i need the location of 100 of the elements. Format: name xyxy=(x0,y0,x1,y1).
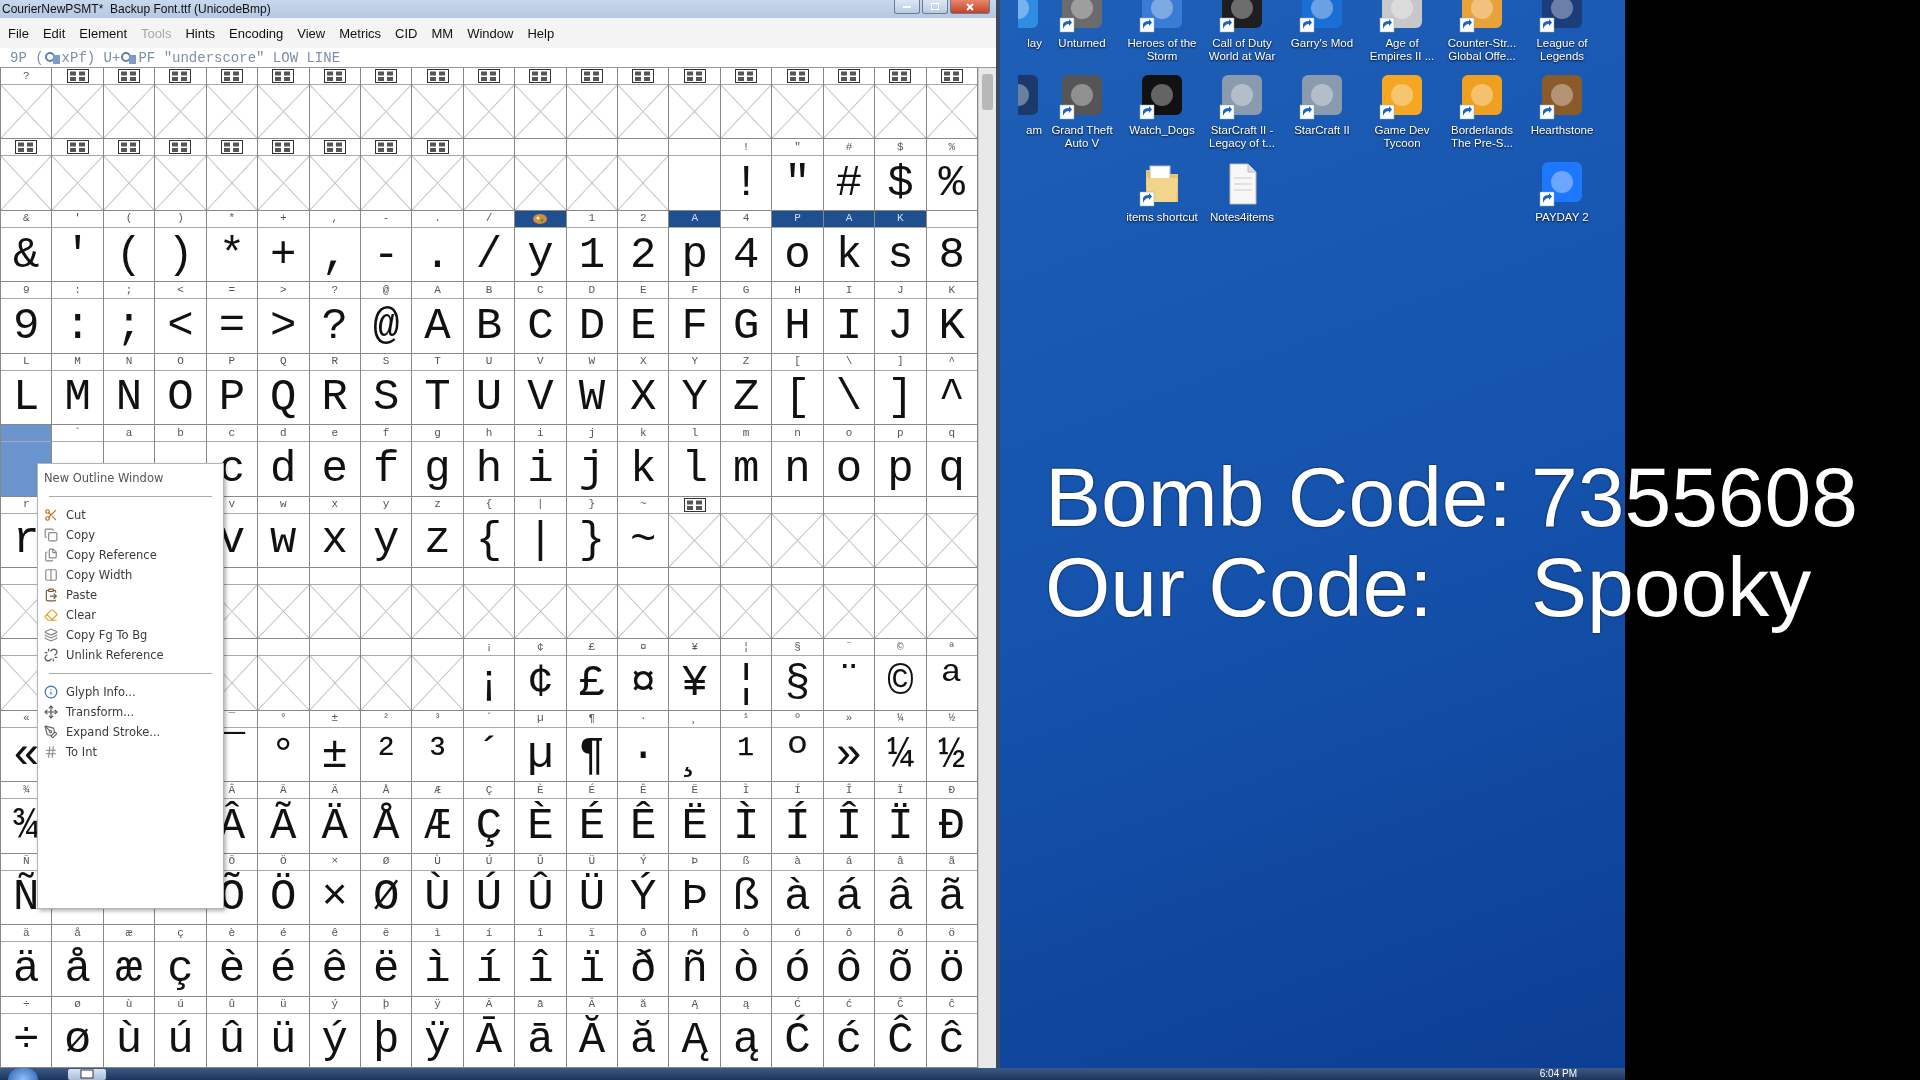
glyph-cell[interactable]: h h xyxy=(463,425,516,497)
glyph-cell[interactable] xyxy=(309,139,361,211)
glyph-cell[interactable]: A p xyxy=(669,210,721,283)
glyph-cell[interactable]: * * xyxy=(206,210,259,283)
glyph-cell[interactable]: % % xyxy=(926,139,978,211)
glyph-cell[interactable]: ² ² xyxy=(360,710,413,783)
glyph-cell[interactable]: K s xyxy=(875,210,927,283)
menu-item[interactable]: Clear xyxy=(40,605,103,625)
glyph-cell[interactable] xyxy=(258,639,310,711)
glyph-cell[interactable]: Y Y xyxy=(669,353,721,426)
icon-label[interactable]: League of Legends xyxy=(1523,37,1601,63)
glyph-cell[interactable]: ¸ ¸ xyxy=(669,710,721,783)
glyph-cell[interactable]: P P xyxy=(206,353,259,426)
glyph-cell[interactable]: Ā Ā xyxy=(463,996,516,1068)
glyph-cell[interactable]: Ã Ã xyxy=(258,782,310,854)
glyph-cell[interactable]: j j xyxy=(566,425,619,497)
scrollbar-thumb[interactable] xyxy=(982,74,993,110)
glyph-cell[interactable]: N N xyxy=(103,353,156,426)
glyph-cell[interactable] xyxy=(412,639,464,711)
glyph-cell[interactable]: ă ă xyxy=(618,996,670,1068)
icon-label[interactable]: Grand Theft Auto V xyxy=(1043,124,1121,150)
icon-label[interactable]: Game Dev Tycoon xyxy=(1363,124,1441,150)
glyph-cell[interactable] xyxy=(823,68,876,140)
icon-label[interactable]: Age of Empires II ... xyxy=(1363,37,1441,63)
glyph-cell[interactable] xyxy=(155,139,207,211)
glyph-cell[interactable]: Ă Ă xyxy=(566,996,619,1068)
glyph-cell[interactable] xyxy=(875,568,927,640)
glyph-cell[interactable]: ^ ^ xyxy=(926,353,978,426)
glyph-cell[interactable]: ¨ ¨ xyxy=(823,639,876,711)
glyph-cell[interactable]: / / xyxy=(463,210,516,283)
glyph-cell[interactable]: ë ë xyxy=(360,925,413,997)
glyph-cell[interactable]: o o xyxy=(823,425,876,497)
glyph-cell[interactable] xyxy=(309,68,361,140)
glyph-cell[interactable] xyxy=(103,139,156,211)
glyph-cell[interactable]: $ $ xyxy=(875,139,927,211)
glyph-cell[interactable]: ý ý xyxy=(309,996,361,1068)
glyph-cell[interactable]: R R xyxy=(309,353,361,426)
glyph-cell[interactable]: É É xyxy=(566,782,619,854)
glyph-cell[interactable]: + + xyxy=(258,210,310,283)
glyph-cell[interactable]: p p xyxy=(875,425,927,497)
glyph-cell[interactable]: : : xyxy=(52,282,104,354)
menu-item[interactable]: Copy Width xyxy=(40,565,139,585)
icon-label[interactable]: Watch_Dogs xyxy=(1123,124,1201,137)
menu-item[interactable]: Element xyxy=(79,25,128,41)
glyph-cell[interactable]: Ï Ï xyxy=(875,782,927,854)
glyph-cell[interactable] xyxy=(103,68,156,140)
glyph-cell[interactable]: Q Q xyxy=(258,353,310,426)
glyph-cell[interactable]: Þ Þ xyxy=(669,853,721,926)
glyph-cell[interactable]: é é xyxy=(258,925,310,997)
glyph-cell[interactable] xyxy=(720,68,773,140)
glyph-cell[interactable]: x x xyxy=(309,496,361,568)
menu-item[interactable]: Unlink Reference xyxy=(40,645,170,665)
glyph-cell[interactable]: Ì Ì xyxy=(720,782,773,854)
glyph-cell[interactable]: F F xyxy=(669,282,721,354)
glyph-cell[interactable]: = = xyxy=(206,282,259,354)
glyph-cell[interactable] xyxy=(258,568,310,640)
glyph-cell[interactable]: A k xyxy=(823,210,876,283)
glyph-cell[interactable] xyxy=(669,139,721,211)
glyph-cell[interactable]: ò ò xyxy=(720,925,773,997)
maximize-button[interactable] xyxy=(922,0,948,14)
glyph-cell[interactable]: £ £ xyxy=(566,639,619,711)
glyph-cell[interactable] xyxy=(52,139,104,211)
glyph-cell[interactable]: ¹ ¹ xyxy=(720,710,773,783)
glyph-cell[interactable]: ß ß xyxy=(720,853,773,926)
glyph-cell[interactable]: 4 4 xyxy=(720,210,773,283)
glyph-cell[interactable]: ' ' xyxy=(52,210,104,283)
glyph-cell[interactable] xyxy=(206,139,259,211)
glyph-cell[interactable] xyxy=(463,68,516,140)
glyph-cell[interactable]: Å Å xyxy=(360,782,413,854)
glyph-cell[interactable]: ; ; xyxy=(103,282,156,354)
glyph-cell[interactable]: Ö Ö xyxy=(258,853,310,926)
menu-item[interactable]: Glyph Info... xyxy=(40,682,142,702)
glyph-cell[interactable]: ! ! xyxy=(720,139,773,211)
glyph-cell[interactable] xyxy=(463,568,516,640)
icon-label[interactable]: PAYDAY 2 xyxy=(1523,211,1601,224)
glyph-cell[interactable]: ï ï xyxy=(566,925,619,997)
glyph-cell[interactable]: < < xyxy=(155,282,207,354)
glyph-cell[interactable] xyxy=(566,68,619,140)
icon-label[interactable]: Call of Duty World at War xyxy=(1203,37,1281,63)
glyph-cell[interactable]: g g xyxy=(412,425,464,497)
glyph-cell[interactable]: Ć Ć xyxy=(772,996,824,1068)
glyph-cell[interactable]: ~ ~ xyxy=(618,496,670,568)
glyph-cell[interactable]: Ë Ë xyxy=(669,782,721,854)
glyph-cell[interactable]: z z xyxy=(412,496,464,568)
glyph-cell[interactable] xyxy=(309,568,361,640)
glyph-cell[interactable] xyxy=(618,568,670,640)
glyph-cell[interactable]: } } xyxy=(566,496,619,568)
glyph-cell[interactable]: è è xyxy=(206,925,259,997)
glyph-cell[interactable]: æ æ xyxy=(103,925,156,997)
glyph-cell[interactable] xyxy=(875,68,927,140)
glyph-cell[interactable]: Ç Ç xyxy=(463,782,516,854)
glyph-cell[interactable]: ¤ ¤ xyxy=(618,639,670,711)
glyph-cell[interactable]: © © xyxy=(875,639,927,711)
icon-label[interactable]: lay xyxy=(1027,37,1042,50)
glyph-cell[interactable]: M M xyxy=(52,353,104,426)
glyph-cell[interactable]: µ µ xyxy=(515,710,567,783)
glyph-cell[interactable]: Í Í xyxy=(772,782,824,854)
glyph-cell[interactable]: . . xyxy=(412,210,464,283)
icon-label[interactable]: Notes4items xyxy=(1203,211,1281,224)
glyph-cell[interactable] xyxy=(515,568,567,640)
